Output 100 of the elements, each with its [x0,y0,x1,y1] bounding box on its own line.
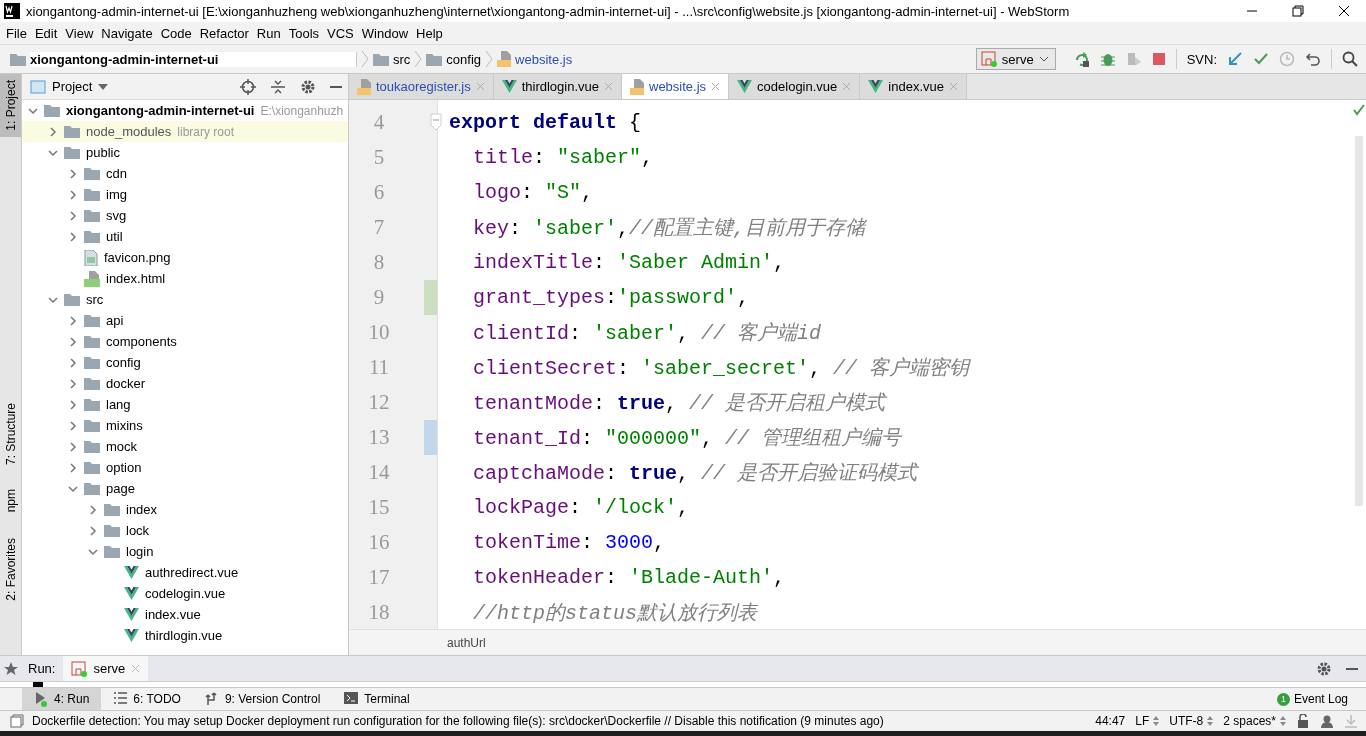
editor-tab[interactable]: website.js [622,74,730,99]
collapse-all-icon [270,78,286,95]
chevron-icon [361,50,369,68]
menu-item[interactable]: View [61,25,98,41]
folder-icon [84,188,100,201]
debug-bug-icon [1099,51,1116,67]
tree-item[interactable]: api [106,313,124,328]
tree-item[interactable]: util [106,229,123,244]
tool-window-tab[interactable]: 9: Version Control [192,688,333,710]
tree-item[interactable]: option [106,460,142,475]
tool-window-tab[interactable]: Terminal [332,688,422,710]
project-window-icon [30,79,46,94]
tree-item[interactable]: public [86,145,120,160]
image-file-icon [84,249,98,266]
tree-item[interactable]: mock [106,439,138,454]
tree-item[interactable]: svg [106,208,127,223]
breadcrumb-item[interactable]: config [446,51,482,67]
tree-item[interactable]: cdn [106,166,127,181]
tree-item[interactable]: lock [126,523,150,538]
tree-item[interactable]: src [86,292,104,307]
side-tool-tab[interactable]: 2: Favorites [0,532,21,607]
menu-item[interactable]: Edit [30,25,62,41]
tree-item[interactable]: docker [106,376,146,391]
vue-icon [124,629,139,642]
caret-position[interactable]: 44:47 [1095,714,1126,728]
side-tool-tab[interactable]: npm [0,482,21,519]
terminal-icon [344,691,359,707]
breadcrumb-item[interactable]: xiongantong-admin-internet-ui [30,51,357,67]
tree-item[interactable]: favicon.png [104,250,171,265]
editor-tab[interactable]: codelogin.vue [729,74,861,99]
chevron-icon [485,50,494,68]
vue-icon [124,608,139,621]
tree-item[interactable]: img [106,187,127,202]
tree-item[interactable]: config [106,355,141,370]
menu-item[interactable]: Code [156,25,196,41]
line-number: 17 [367,564,391,591]
tree-item[interactable]: authredirect.vue [145,565,239,580]
status-line-separator[interactable]: LF [1135,714,1160,728]
menu-item[interactable]: Tools [284,25,324,41]
close-icon [842,82,852,91]
side-tool-tab[interactable]: 7: Structure [0,396,21,471]
tree-item[interactable]: mixins [106,418,143,433]
folder-icon [84,419,100,432]
editor-tab[interactable]: index.vue [860,74,967,99]
tree-item[interactable]: lang [106,397,131,412]
folder-icon [84,314,100,327]
coverage-icon [1125,51,1142,67]
tree-item[interactable]: index.vue [145,607,201,622]
vue-icon [124,566,139,579]
event-log-button[interactable]: 1 Event Log [1276,692,1366,706]
line-number: 12 [367,389,391,416]
folder-icon [84,440,100,453]
tree-item[interactable]: thirdlogin.vue [145,628,223,643]
updown-icon [1280,716,1286,726]
fold-icon [430,113,442,131]
tree-item[interactable]: page [106,481,135,496]
scrollbar-thumb[interactable] [1355,136,1363,506]
settings-icon [1316,660,1332,677]
editor-breadcrumb[interactable]: authUrl [447,635,486,650]
code-line: indexTitle: 'Saber Admin', [472,251,786,274]
vue-icon [124,587,139,600]
side-tool-tab[interactable]: 1: Project [0,74,21,137]
menu-item[interactable]: Help [412,25,447,41]
folder-icon [84,209,100,222]
breadcrumb-item[interactable]: website.js [515,51,573,67]
tree-item[interactable]: login [126,544,154,559]
editor-tab[interactable]: thirdlogin.vue [493,74,622,99]
folder-icon [84,461,100,474]
tool-window-tab[interactable]: 4: Run [22,688,102,710]
tool-window-tab[interactable]: 6: TODO [101,688,193,710]
status-encoding[interactable]: UTF-8 [1169,714,1214,728]
tree-item[interactable]: index [126,502,158,517]
menu-item[interactable]: File [2,25,31,41]
menu-item[interactable]: Window [357,25,413,41]
folder-icon [84,335,100,348]
tree-item[interactable]: xiongantong-admin-internet-ui [66,103,255,118]
tree-item[interactable]: index.html [106,271,166,286]
code-line: logo: "S", [472,181,594,204]
notification-toggle-icon [10,714,24,728]
tree-item[interactable]: codelogin.vue [145,586,226,601]
text-cursor [33,682,43,687]
revert-icon [1305,51,1321,67]
folder-icon [44,104,60,117]
rerun-icon [1073,51,1090,67]
tree-item[interactable]: components [106,334,177,349]
run-icon [34,691,48,707]
close-icon [711,82,721,91]
breadcrumb-item[interactable]: src [393,51,411,67]
menu-item[interactable]: VCS [323,25,358,41]
menu-item[interactable]: Refactor [195,25,253,41]
folder-icon [104,503,120,516]
tree-item[interactable]: node_modules [86,124,172,139]
run-tab[interactable]: serve [63,656,149,681]
status-indent[interactable]: 2 spaces* [1223,714,1286,728]
menu-item[interactable]: Run [252,25,285,41]
editor-tab[interactable]: toukaoregister.js [349,74,494,99]
menu-item[interactable]: Navigate [97,25,157,41]
panel-view-dropdown[interactable]: Project [28,79,109,94]
run-config-dropdown[interactable]: serve [975,48,1056,70]
folder-icon [84,398,100,411]
